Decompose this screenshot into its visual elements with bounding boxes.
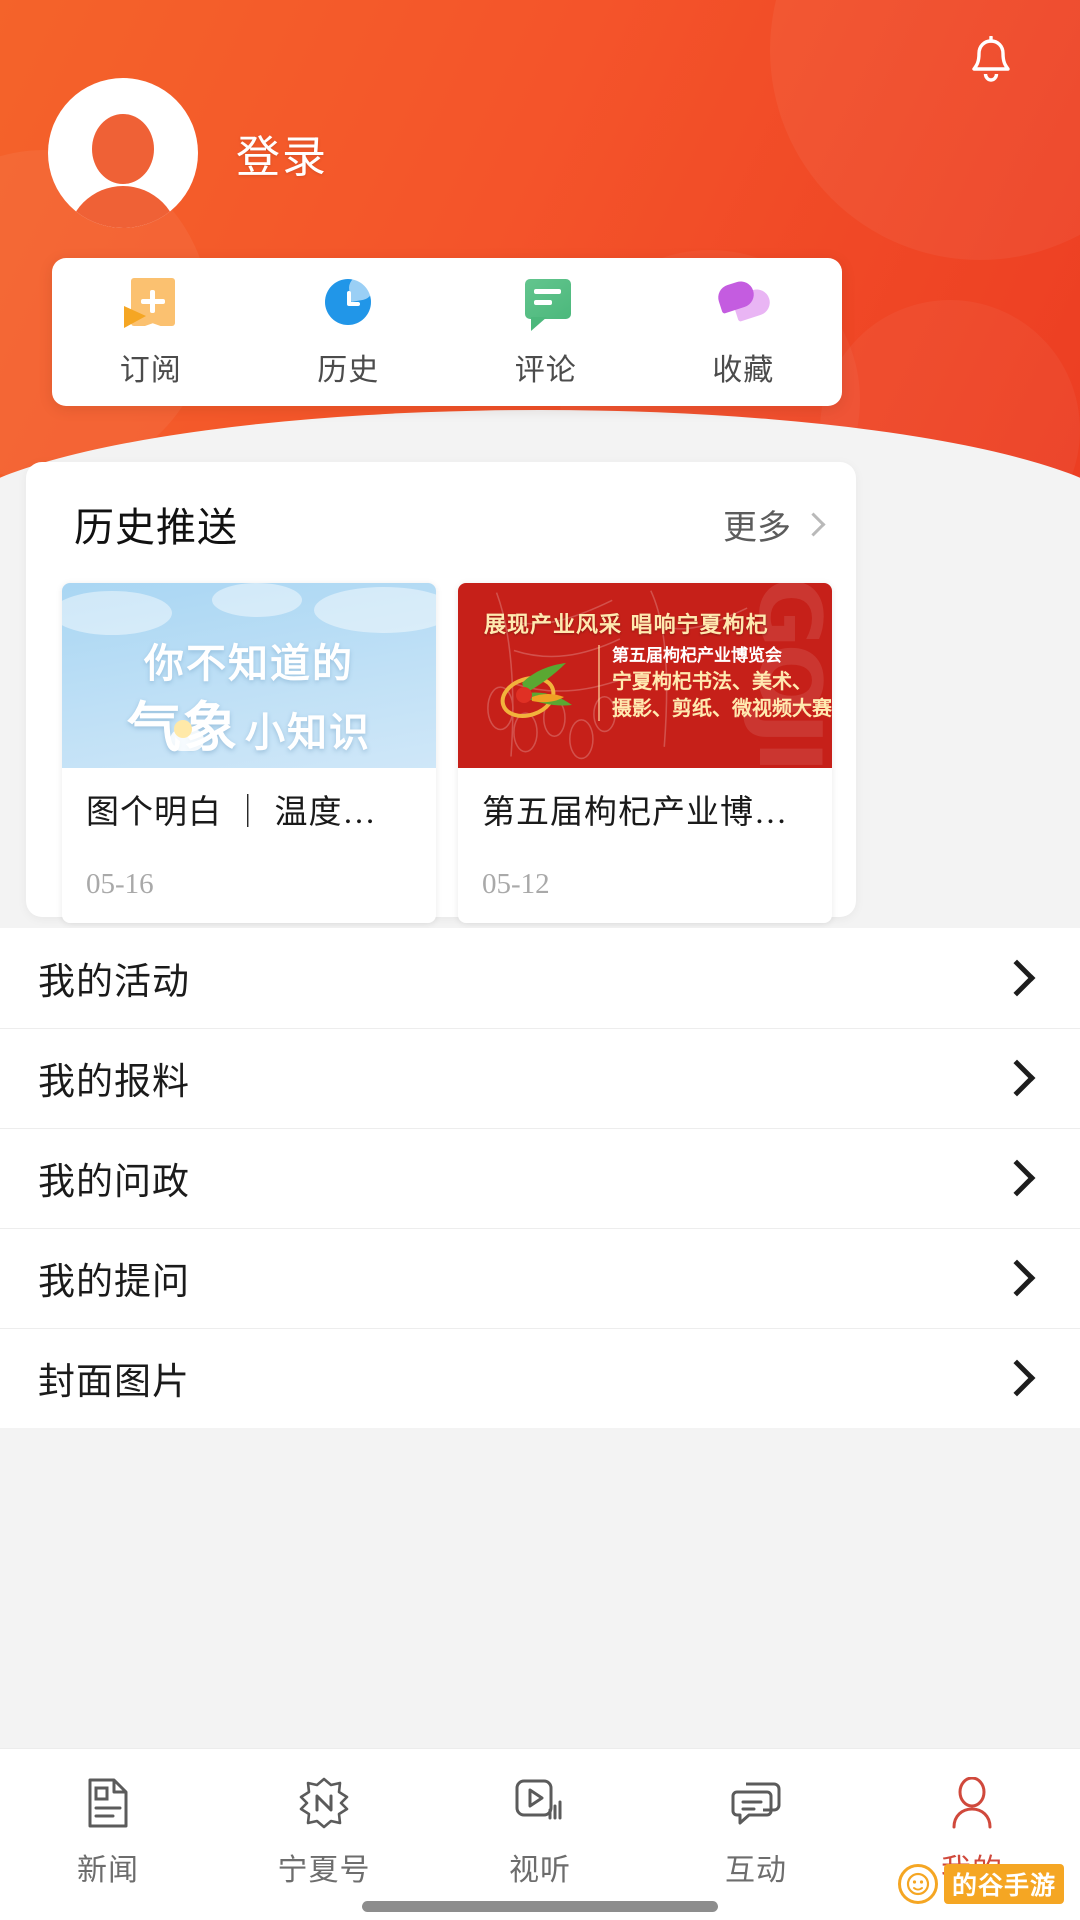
article-title: 图个明白 ｜ 温度… — [86, 795, 377, 831]
thumb-headline-line1: 你不知道的 — [144, 641, 354, 687]
quick-action-comment[interactable]: 评论 — [447, 275, 645, 389]
menu-item-label: 我的问政 — [38, 1162, 190, 1203]
chevron-right-icon — [998, 1259, 1036, 1297]
tab-news[interactable]: 新闻 — [0, 1775, 216, 1889]
article-date: 05-16 — [86, 867, 154, 900]
chevron-right-icon — [801, 511, 826, 537]
avatar[interactable] — [48, 78, 198, 228]
avatar-head — [92, 114, 154, 184]
bottom-tab-bar: 新闻 宁夏号 视听 互动 我的 — [0, 1748, 1080, 1920]
tab-label: 我的 — [941, 1854, 1003, 1887]
menu-item-my-tips[interactable]: 我的报料 — [0, 1028, 1080, 1128]
history-push-list: 你不知道的 气象 小知识 图个明白 ｜ 温度… 05-16 — [62, 583, 832, 923]
article-thumbnail-weather: 你不知道的 气象 小知识 — [62, 583, 436, 768]
quick-action-subscribe[interactable]: 订阅 — [52, 275, 250, 389]
history-push-header: 历史推送 更多 — [74, 492, 826, 556]
menu-item-label: 我的报料 — [38, 1062, 190, 1103]
sun-cloud-icon — [170, 720, 204, 751]
poster-headline: 展现产业风采 唱响宁夏枸杞 — [484, 613, 769, 638]
more-label: 更多 — [723, 509, 791, 547]
history-push-item[interactable]: 你不知道的 气象 小知识 图个明白 ｜ 温度… 05-16 — [62, 583, 436, 923]
quick-action-label: 评论 — [514, 354, 577, 387]
history-clock-icon — [319, 274, 377, 331]
subscribe-icon — [122, 275, 180, 331]
menu-item-my-activities[interactable]: 我的活动 — [0, 928, 1080, 1028]
header-decor-blob — [770, 0, 1080, 260]
poster-line2: 宁夏枸杞书法、美术、 — [612, 668, 812, 693]
tab-label: 宁夏号 — [277, 1854, 371, 1887]
history-push-more-button[interactable]: 更多 — [723, 500, 826, 549]
poster-line1: 第五届枸杞产业博览会 — [612, 646, 782, 666]
poster-line3: 摄影、剪纸、微视频大赛 — [612, 695, 832, 720]
quick-action-label: 历史 — [317, 354, 380, 387]
bell-icon — [972, 36, 1010, 82]
thumb-headline-small: 小知识 — [245, 710, 371, 756]
quick-action-favorite[interactable]: 收藏 — [645, 275, 843, 389]
tab-label: 互动 — [725, 1854, 787, 1887]
goji-logo-icon — [500, 663, 572, 718]
person-icon — [944, 1775, 1000, 1831]
history-push-title: 历史推送 — [74, 505, 238, 550]
quick-action-history[interactable]: 历史 — [250, 274, 448, 389]
tab-ningxia-hao[interactable]: 宁夏号 — [216, 1775, 432, 1889]
article-date: 05-12 — [482, 867, 550, 900]
menu-item-my-questions[interactable]: 我的提问 — [0, 1228, 1080, 1328]
tab-interaction[interactable]: 互动 — [648, 1775, 864, 1889]
chevron-right-icon — [998, 1359, 1036, 1397]
video-play-icon — [512, 1775, 568, 1831]
menu-item-label: 我的活动 — [38, 962, 190, 1003]
chevron-right-icon — [998, 1159, 1036, 1197]
history-push-item[interactable]: GOJI 展现产业风采 唱响宁夏枸杞 第五届枸杞产业博览会 宁夏枸杞书法、美术、… — [458, 583, 832, 923]
news-document-icon — [80, 1775, 136, 1831]
quick-action-label: 收藏 — [712, 354, 775, 387]
account-menu-list: 我的活动 我的报料 我的问政 我的提问 封面图片 — [0, 928, 1080, 1428]
chevron-right-icon — [998, 1059, 1036, 1097]
menu-item-cover-image[interactable]: 封面图片 — [0, 1328, 1080, 1428]
poster-text-block: 第五届枸杞产业博览会 宁夏枸杞书法、美术、 摄影、剪纸、微视频大赛 — [598, 645, 832, 722]
ningxia-badge-icon — [296, 1775, 352, 1831]
tab-mine[interactable]: 我的 — [864, 1775, 1080, 1889]
comment-icon — [517, 275, 575, 331]
quick-action-label: 订阅 — [119, 354, 182, 387]
profile-login-row[interactable]: 登录 — [48, 78, 328, 228]
menu-item-label: 我的提问 — [38, 1262, 190, 1303]
home-indicator — [362, 1901, 718, 1912]
quick-actions-card: 订阅 历史 评论 收藏 — [52, 258, 842, 406]
tab-video[interactable]: 视听 — [432, 1775, 648, 1889]
article-title: 第五届枸杞产业博… — [482, 795, 788, 831]
menu-item-my-governance[interactable]: 我的问政 — [0, 1128, 1080, 1228]
avatar-body — [67, 186, 179, 228]
notification-bell-button[interactable] — [954, 24, 1028, 98]
tab-label: 新闻 — [77, 1854, 139, 1887]
login-label: 登录 — [236, 133, 328, 182]
article-thumbnail-goji-poster: GOJI 展现产业风采 唱响宁夏枸杞 第五届枸杞产业博览会 宁夏枸杞书法、美术、… — [458, 583, 832, 768]
chat-bubbles-icon — [728, 1775, 784, 1831]
favorite-icon — [714, 275, 774, 331]
history-push-card: 历史推送 更多 你不知道的 气象 小知识 图个明白 ｜ 温度… 05-16 — [26, 462, 856, 923]
tab-label: 视听 — [509, 1854, 571, 1887]
chevron-right-icon — [998, 959, 1036, 997]
menu-item-label: 封面图片 — [38, 1362, 190, 1403]
